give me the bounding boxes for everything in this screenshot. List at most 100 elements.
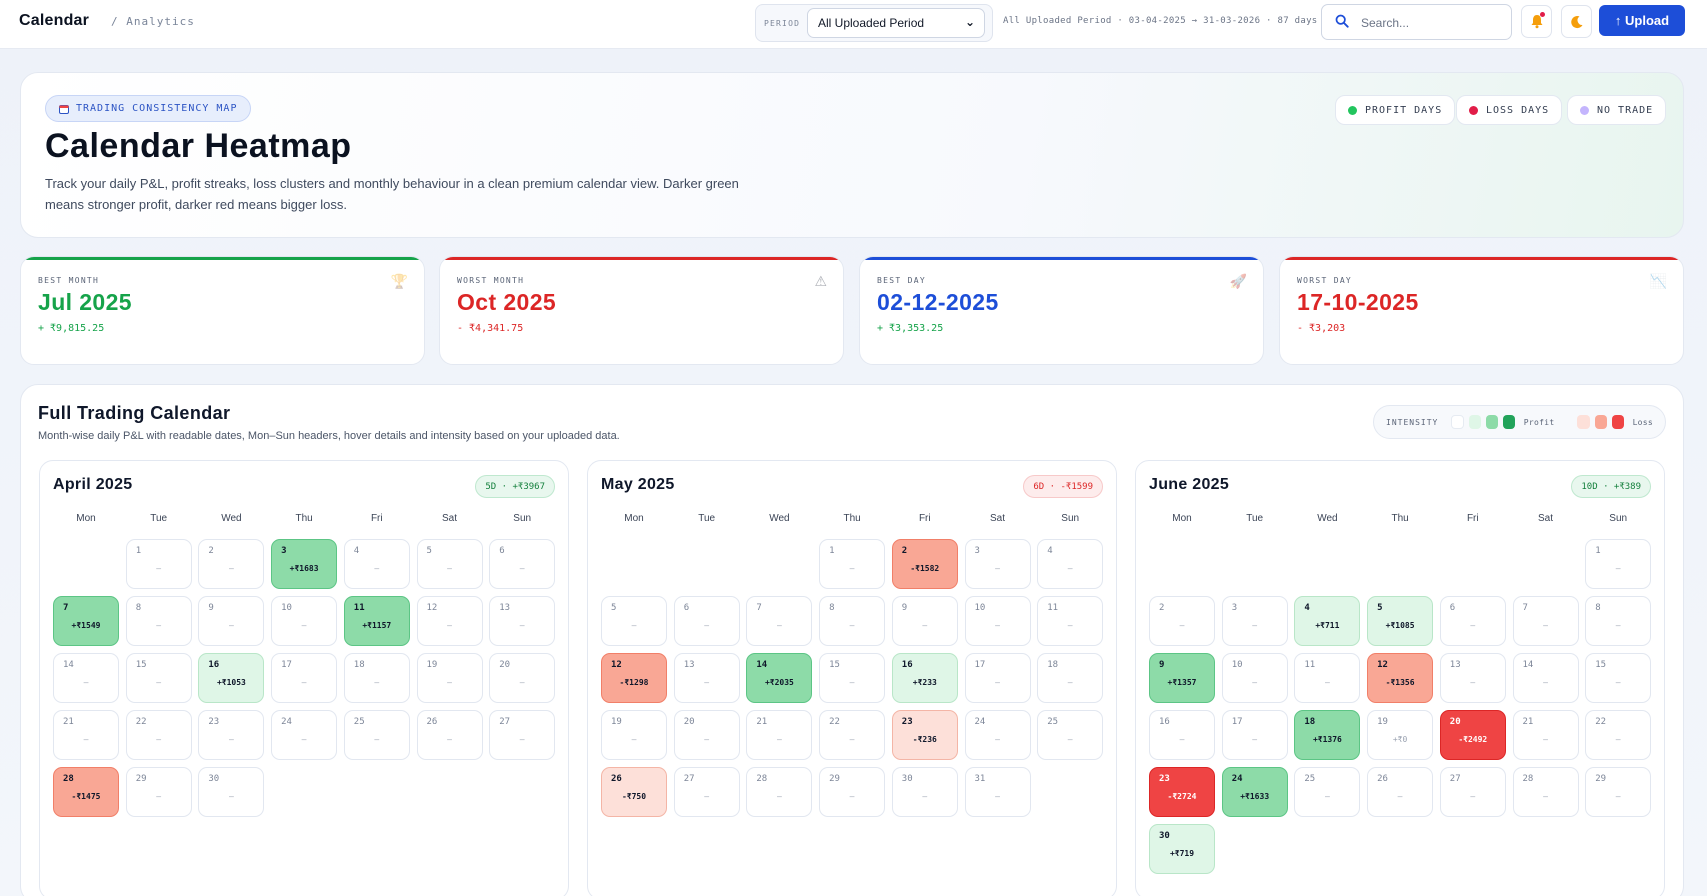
calendar-day-cell[interactable]: 24– <box>964 710 1031 760</box>
calendar-day-cell[interactable]: 26– <box>1367 767 1434 817</box>
calendar-day-cell[interactable]: 17– <box>1221 710 1288 760</box>
calendar-day-cell[interactable]: 20 -₹2492 <box>1439 710 1506 760</box>
calendar-day-cell[interactable]: 9 +₹1357 <box>1149 653 1215 703</box>
calendar-day-cell[interactable]: 26– <box>416 710 483 760</box>
calendar-day-cell[interactable]: 30– <box>198 767 265 817</box>
calendar-day-cell[interactable]: 29– <box>1585 767 1652 817</box>
calendar-day-cell[interactable]: 18– <box>1037 653 1104 703</box>
upload-button[interactable]: ↑ Upload <box>1599 5 1685 36</box>
calendar-day-cell[interactable]: 16 +₹1053 <box>198 653 265 703</box>
calendar-day-cell[interactable]: 18– <box>343 653 410 703</box>
calendar-day-cell[interactable]: 8– <box>819 596 886 646</box>
calendar-day-cell[interactable]: 29– <box>819 767 886 817</box>
calendar-day-cell[interactable]: 20– <box>489 653 556 703</box>
calendar-day-cell[interactable]: 19 +₹0 <box>1367 710 1434 760</box>
calendar-day-cell[interactable]: 13– <box>673 653 740 703</box>
calendar-day-cell[interactable]: 22– <box>819 710 886 760</box>
intensity-swatch <box>1594 415 1607 429</box>
notifications-button[interactable] <box>1521 5 1552 38</box>
calendar-day-cell[interactable]: 3– <box>1221 596 1288 646</box>
calendar-day-cell[interactable]: 12– <box>416 596 483 646</box>
calendar-day-cell[interactable]: 27– <box>673 767 740 817</box>
calendar-day-cell[interactable]: 17– <box>964 653 1031 703</box>
calendar-day-cell[interactable]: 26 -₹750 <box>601 767 667 817</box>
calendar-day-cell[interactable]: 28 -₹1475 <box>53 767 119 817</box>
calendar-day-cell[interactable]: 16– <box>1149 710 1215 760</box>
calendar-day-cell[interactable]: 7 +₹1549 <box>53 596 119 646</box>
calendar-day-cell[interactable]: 13– <box>489 596 556 646</box>
calendar-day-cell[interactable]: 6– <box>1439 596 1506 646</box>
calendar-day-cell[interactable]: 15– <box>125 653 192 703</box>
calendar-day-cell[interactable]: 25– <box>1037 710 1104 760</box>
calendar-day-cell[interactable]: 28– <box>1512 767 1579 817</box>
calendar-day-cell[interactable]: 29– <box>125 767 192 817</box>
calendar-day-cell[interactable]: 22– <box>125 710 192 760</box>
calendar-day-cell[interactable]: 6– <box>673 596 740 646</box>
calendar-day-cell[interactable]: 8– <box>1585 596 1652 646</box>
calendar-day-cell[interactable]: 20– <box>673 710 740 760</box>
calendar-day-cell[interactable]: 2 -₹1582 <box>891 539 958 589</box>
calendar-day-cell[interactable]: 17– <box>271 653 338 703</box>
calendar-day-cell[interactable]: 24– <box>271 710 338 760</box>
day-pnl: – <box>447 678 452 687</box>
period-select[interactable]: All Uploaded Period ⌄ <box>807 8 985 38</box>
calendar-day-cell[interactable]: 14– <box>53 653 119 703</box>
calendar-day-cell[interactable]: 1– <box>1585 539 1652 589</box>
calendar-day-cell[interactable]: 23– <box>198 710 265 760</box>
brand-title[interactable]: Calendar <box>19 12 89 30</box>
calendar-day-cell[interactable]: 1– <box>819 539 886 589</box>
calendar-day-cell[interactable]: 12 -₹1298 <box>601 653 667 703</box>
calendar-day-cell[interactable]: 1– <box>125 539 192 589</box>
calendar-day-cell[interactable]: 10– <box>964 596 1031 646</box>
calendar-day-cell[interactable]: 3 +₹1683 <box>271 539 338 589</box>
calendar-day-cell[interactable]: 24 +₹1633 <box>1221 767 1288 817</box>
calendar-day-cell[interactable]: 18 +₹1376 <box>1294 710 1361 760</box>
calendar-day-cell[interactable]: 4 +₹711 <box>1294 596 1361 646</box>
calendar-day-cell[interactable]: 15– <box>819 653 886 703</box>
calendar-day-cell[interactable]: 7– <box>746 596 813 646</box>
calendar-day-cell[interactable]: 21– <box>53 710 119 760</box>
calendar-day-cell[interactable]: 28– <box>746 767 813 817</box>
calendar-day-cell[interactable]: 27– <box>489 710 556 760</box>
calendar-day-cell[interactable]: 30 +₹719 <box>1149 824 1215 874</box>
theme-toggle-button[interactable] <box>1561 5 1592 38</box>
calendar-day-cell[interactable]: 21– <box>1512 710 1579 760</box>
calendar-day-cell[interactable]: 27– <box>1439 767 1506 817</box>
calendar-day-cell[interactable]: 9– <box>198 596 265 646</box>
calendar-day-cell[interactable]: 25– <box>343 710 410 760</box>
calendar-day-cell[interactable]: 22– <box>1585 710 1652 760</box>
calendar-day-cell[interactable]: 16 +₹233 <box>891 653 958 703</box>
calendar-day-cell[interactable]: 6– <box>489 539 556 589</box>
calendar-day-cell[interactable]: 11– <box>1037 596 1104 646</box>
calendar-day-cell[interactable]: 30– <box>891 767 958 817</box>
calendar-day-cell[interactable]: 23 -₹2724 <box>1149 767 1215 817</box>
calendar-day-cell[interactable]: 2– <box>1149 596 1215 646</box>
calendar-day-cell[interactable]: 15– <box>1585 653 1652 703</box>
calendar-day-cell[interactable]: 5– <box>601 596 667 646</box>
calendar-day-cell[interactable]: 13– <box>1439 653 1506 703</box>
calendar-day-cell[interactable]: 4– <box>1037 539 1104 589</box>
calendar-day-cell[interactable]: 21– <box>746 710 813 760</box>
calendar-day-cell[interactable]: 14– <box>1512 653 1579 703</box>
calendar-day-cell[interactable]: 10– <box>1221 653 1288 703</box>
calendar-day-cell[interactable]: 4– <box>343 539 410 589</box>
calendar-day-cell[interactable]: 11 +₹1157 <box>343 596 410 646</box>
calendar-day-cell[interactable]: 2– <box>198 539 265 589</box>
calendar-day-cell[interactable]: 3– <box>964 539 1031 589</box>
calendar-day-cell[interactable]: 5 +₹1085 <box>1367 596 1434 646</box>
calendar-day-cell[interactable]: 8– <box>125 596 192 646</box>
search-input[interactable]: Search... <box>1321 4 1512 40</box>
calendar-day-cell[interactable]: 23 -₹236 <box>891 710 958 760</box>
calendar-day-cell[interactable]: 14 +₹2035 <box>746 653 813 703</box>
calendar-day-cell[interactable]: 25– <box>1294 767 1361 817</box>
calendar-day-cell[interactable]: 31– <box>964 767 1031 817</box>
calendar-day-cell[interactable]: 9– <box>891 596 958 646</box>
calendar-day-cell[interactable]: 5– <box>416 539 483 589</box>
calendar-day-cell[interactable]: 12 -₹1356 <box>1367 653 1434 703</box>
calendar-day-cell[interactable]: 19– <box>416 653 483 703</box>
stat-label: BEST MONTH <box>38 276 100 285</box>
calendar-day-cell[interactable]: 10– <box>271 596 338 646</box>
calendar-day-cell[interactable]: 7– <box>1512 596 1579 646</box>
calendar-day-cell[interactable]: 11– <box>1294 653 1361 703</box>
calendar-day-cell[interactable]: 19– <box>601 710 667 760</box>
